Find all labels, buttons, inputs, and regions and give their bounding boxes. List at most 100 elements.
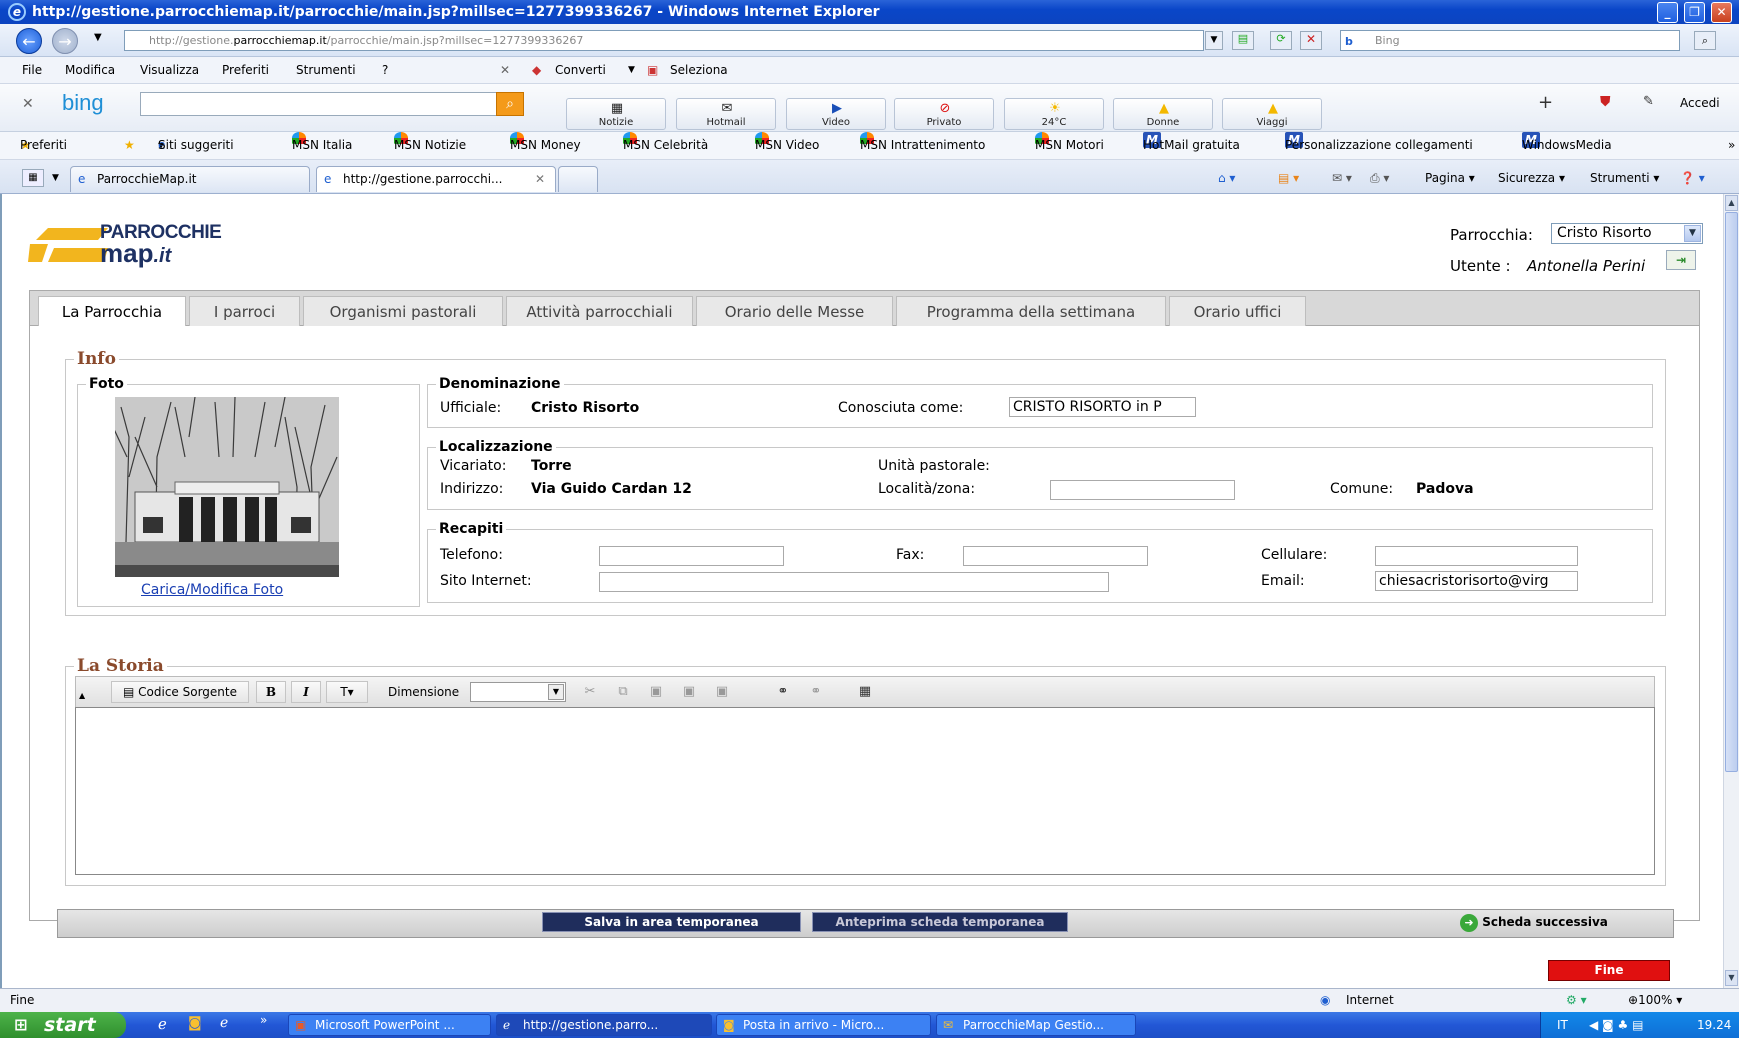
strumenti-menu[interactable]: Strumenti ▾ — [1590, 168, 1659, 188]
menu-file[interactable]: File — [22, 57, 42, 83]
salva-temporanea-button[interactable]: Salva in area temporanea — [542, 912, 801, 932]
fav-siti-suggeriti[interactable]: e Siti suggeriti ▾ — [158, 132, 234, 158]
tab-list-icon[interactable]: ▼ — [52, 169, 59, 187]
quicklaunch-more-icon[interactable]: » — [260, 1013, 267, 1027]
localita-input[interactable] — [1050, 480, 1235, 500]
bing-notizie-button[interactable]: ▦ Notizie — [566, 98, 666, 130]
help-icon[interactable]: ❓ ▾ — [1680, 168, 1705, 188]
link-icon[interactable]: ⚭ — [774, 683, 792, 701]
add-button-icon[interactable]: + — [1538, 92, 1553, 113]
bold-button[interactable]: B — [256, 681, 286, 703]
paste-icon[interactable]: ▣ — [647, 683, 665, 701]
bing-viaggi-button[interactable]: ▲ Viaggi — [1222, 98, 1322, 130]
bing-video-button[interactable]: ▶ Video — [786, 98, 886, 130]
language-indicator[interactable]: IT — [1557, 1012, 1568, 1038]
converti-dropdown-icon[interactable]: ▼ — [628, 57, 635, 83]
italic-button[interactable]: I — [291, 681, 321, 703]
mail-icon[interactable]: ✉ ▾ — [1332, 168, 1352, 188]
converti-button[interactable]: Converti — [555, 57, 606, 83]
paste-word-icon[interactable]: ▣ — [713, 683, 731, 701]
close-button[interactable]: ✕ — [1711, 2, 1732, 23]
menu-preferiti[interactable]: Preferiti — [222, 57, 269, 83]
search-go-icon[interactable]: ⌕ — [1694, 31, 1716, 50]
tab-la-parrocchia[interactable]: La Parrocchia — [38, 296, 186, 328]
carica-foto-link[interactable]: Carica/Modifica Foto — [141, 582, 283, 598]
favorites-overflow-icon[interactable]: » — [1728, 132, 1735, 158]
menu-modifica[interactable]: Modifica — [65, 57, 115, 83]
add-favorite-icon[interactable]: ★ — [124, 132, 135, 158]
quicklaunch-ie2-icon[interactable]: ℯ — [220, 1015, 228, 1031]
task-outlook[interactable]: ◙ Posta in arrivo - Micro... — [716, 1014, 931, 1036]
bing-donne-button[interactable]: ▲ Donne — [1113, 98, 1213, 130]
scheda-successiva-button[interactable]: ➜ Scheda successiva — [1460, 913, 1608, 932]
tab-attivita-parrocchiali[interactable]: Attività parrocchiali — [506, 296, 693, 327]
browser-tab-parrocchiemap[interactable]: e ParrocchieMap.it — [70, 166, 310, 192]
paste-text-icon[interactable]: ▣ — [680, 683, 698, 701]
anteprima-temporanea-button[interactable]: Anteprima scheda temporanea — [812, 912, 1068, 932]
seleziona-button[interactable]: Seleziona — [670, 57, 728, 83]
task-parrocchiemap[interactable]: ✉ ParrocchieMap Gestio... — [936, 1014, 1136, 1036]
protected-mode-icon[interactable]: ⚙ ▾ — [1566, 989, 1587, 1011]
bing-search-input[interactable] — [140, 92, 498, 116]
quicklaunch-ie-icon[interactable]: ℯ — [158, 1015, 167, 1033]
quick-tabs-icon[interactable]: ▦ — [22, 169, 44, 187]
parrocchiemap-logo[interactable]: PARROCCHIE map.it — [28, 222, 268, 270]
menu-visualizza[interactable]: Visualizza — [140, 57, 199, 83]
scroll-down-icon[interactable]: ▼ — [1725, 970, 1738, 986]
storia-editor-area[interactable] — [75, 707, 1655, 875]
task-ie-gestione[interactable]: ℯ http://gestione.parro... — [496, 1014, 712, 1036]
quicklaunch-outlook-icon[interactable]: ◙ — [188, 1015, 202, 1031]
forward-button[interactable]: → — [52, 28, 78, 54]
scroll-thumb[interactable] — [1725, 212, 1738, 772]
cellulare-input[interactable] — [1375, 546, 1578, 566]
codice-sorgente-button[interactable]: ▤ Codice Sorgente — [111, 681, 249, 703]
conosciuta-come-input[interactable]: CRISTO RISORTO in P — [1009, 397, 1196, 417]
accedi-link[interactable]: Accedi — [1680, 96, 1720, 110]
bing-search-button[interactable]: ⌕ — [496, 92, 524, 116]
back-button[interactable]: ← — [16, 28, 42, 54]
vertical-scrollbar[interactable]: ▲ ▼ — [1723, 194, 1739, 988]
close-bingbar-icon[interactable]: ✕ — [22, 96, 34, 112]
menu-strumenti[interactable]: Strumenti — [296, 57, 356, 83]
tab-i-parroci[interactable]: I parroci — [189, 296, 300, 327]
sito-internet-input[interactable] — [599, 572, 1109, 592]
search-input[interactable]: b Bing — [1340, 30, 1680, 51]
bing-hotmail-button[interactable]: ✉ Hotmail — [676, 98, 776, 130]
fax-input[interactable] — [963, 546, 1148, 566]
print-icon[interactable]: ⎙ ▾ — [1370, 168, 1389, 188]
telefono-input[interactable] — [599, 546, 784, 566]
home-icon[interactable]: ⌂ ▾ — [1218, 168, 1235, 188]
email-input[interactable]: chiesacristorisorto@virg — [1375, 571, 1578, 591]
logout-icon[interactable]: ⇥ — [1666, 250, 1696, 270]
minimize-button[interactable]: _ — [1657, 2, 1678, 23]
copy-icon[interactable]: ⧉ — [614, 683, 632, 701]
address-dropdown-icon[interactable]: ▼ — [1205, 31, 1223, 50]
tab-organismi-pastorali[interactable]: Organismi pastorali — [303, 296, 503, 327]
task-powerpoint[interactable]: ▣ Microsoft PowerPoint ... — [288, 1014, 491, 1036]
tray-icons[interactable]: ◀ ◙ ♣ ▤ — [1589, 1012, 1643, 1038]
sicurezza-menu[interactable]: Sicurezza ▾ — [1498, 168, 1565, 188]
zoom-level[interactable]: ⊕100% ▾ — [1628, 989, 1682, 1011]
browser-tab-gestione[interactable]: e http://gestione.parrocchi... ✕ — [316, 166, 556, 192]
close-tab-icon[interactable]: ✕ — [535, 167, 545, 191]
new-tab-button[interactable] — [558, 166, 598, 192]
stop-icon[interactable]: ✕ — [1300, 31, 1322, 50]
collapse-toolbar-icon[interactable]: ▲ — [79, 691, 85, 700]
tab-orario-uffici[interactable]: Orario uffici — [1169, 296, 1306, 327]
unlink-icon[interactable]: ⚭ — [807, 683, 825, 701]
bing-privato-button[interactable]: ⊘ Privato — [894, 98, 994, 130]
tab-orario-messe[interactable]: Orario delle Messe — [696, 296, 893, 327]
start-button[interactable]: ⊞ start — [0, 1012, 126, 1038]
wrench-icon[interactable]: ✎ — [1643, 94, 1654, 109]
close-toolbar-icon[interactable]: ✕ — [500, 57, 510, 83]
menu-help[interactable]: ? — [382, 57, 388, 83]
scroll-up-icon[interactable]: ▲ — [1725, 195, 1738, 211]
bing-meteo-button[interactable]: ☀ 24°C — [1004, 98, 1104, 130]
table-icon[interactable]: ▦ — [856, 683, 874, 701]
text-color-button[interactable]: T▾ — [326, 681, 368, 703]
parrocchia-select[interactable]: Cristo Risorto ▼ — [1551, 223, 1703, 244]
dimensione-select[interactable]: ▼ — [470, 682, 566, 702]
history-dropdown-icon[interactable]: ▼ — [94, 32, 102, 43]
fine-button[interactable]: Fine — [1548, 960, 1670, 981]
cut-icon[interactable]: ✂ — [581, 683, 599, 701]
